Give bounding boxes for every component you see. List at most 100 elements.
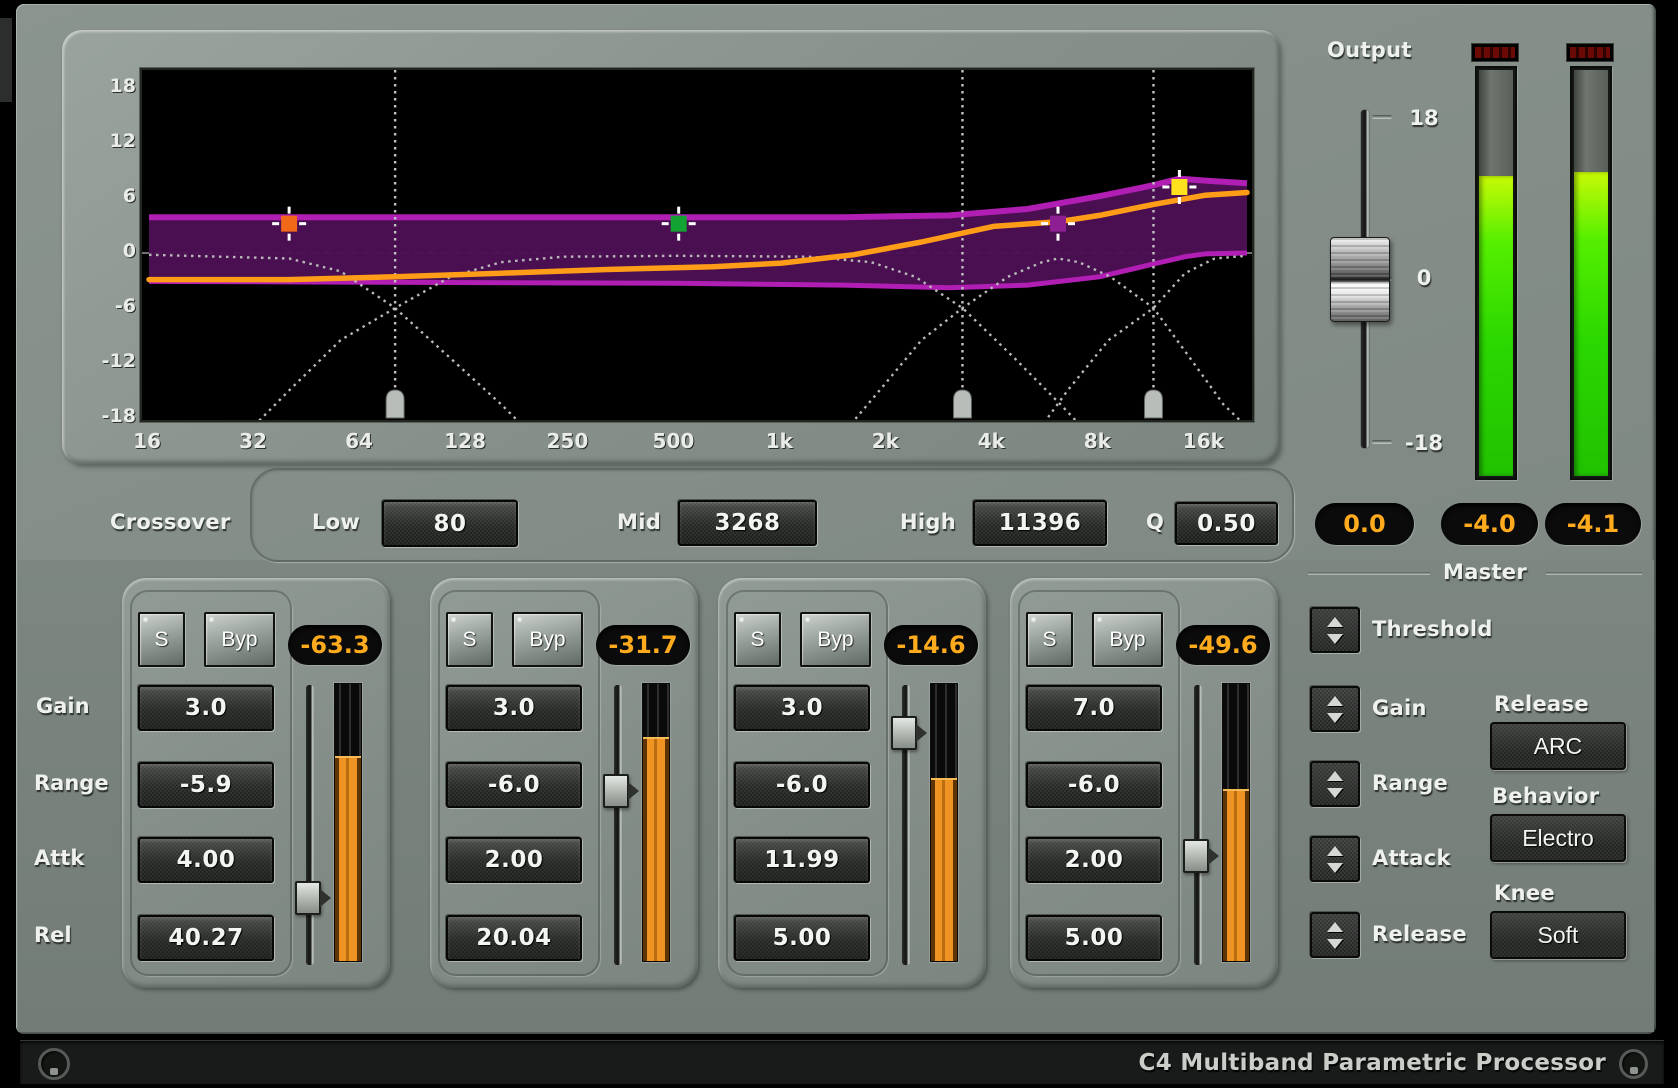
band2-eq-marker (671, 216, 687, 232)
band2-bypass-button[interactable]: Byp (512, 612, 583, 667)
frequency-axis: 1632641282505001k2k4k8k16k (140, 429, 1254, 456)
band3-threshold-fader-handle[interactable] (891, 716, 917, 750)
crossover-handle (1144, 390, 1162, 418)
band-strip-3: S Byp -14.6 3.0 -6.0 11.99 5.00 (718, 578, 986, 988)
master-release-label: Release (1372, 922, 1467, 946)
band3-range-value[interactable]: -6.0 (734, 762, 870, 808)
band3-release-value[interactable]: 5.00 (734, 915, 870, 961)
q-label: Q (1146, 510, 1164, 534)
release-mode-label: Release (1494, 692, 1589, 716)
freq-tick-label: 2k (872, 429, 899, 453)
master-gain-spinner[interactable] (1310, 686, 1360, 732)
output-scale-tick (1372, 115, 1392, 119)
band4-release-value[interactable]: 5.00 (1026, 915, 1162, 961)
master-threshold-label: Threshold (1372, 617, 1493, 641)
band3-level-meter (930, 683, 958, 962)
behavior-button[interactable]: Electro (1490, 814, 1626, 862)
band3-bypass-button[interactable]: Byp (800, 612, 871, 667)
freq-tick-label: 16 (133, 429, 161, 453)
crossover-low-label: Low (312, 510, 360, 534)
knee-button[interactable]: Soft (1490, 911, 1626, 959)
master-threshold-spinner[interactable] (1310, 607, 1360, 653)
window-edge-notch (0, 18, 12, 102)
clip-led-left (1471, 43, 1519, 62)
output-meter-right (1570, 66, 1612, 480)
output-scale-tick (1372, 440, 1392, 444)
band4-gain-value[interactable]: 7.0 (1026, 685, 1162, 731)
band1-threshold-readout[interactable]: -63.3 (288, 625, 382, 665)
meter-peak-readout-right[interactable]: -4.1 (1545, 503, 1641, 545)
band4-level-meter (1222, 683, 1250, 962)
band2-range-value[interactable]: -6.0 (446, 762, 582, 808)
band1-attack-value[interactable]: 4.00 (138, 837, 274, 883)
band1-threshold-fader-track[interactable] (306, 685, 314, 965)
band2-gain-value[interactable]: 3.0 (446, 685, 582, 731)
freq-tick-label: 64 (345, 429, 373, 453)
freq-tick-label: 4k (978, 429, 1005, 453)
band2-threshold-fader-track[interactable] (614, 685, 622, 965)
master-release-spinner[interactable] (1310, 912, 1360, 958)
band4-attack-value[interactable]: 2.00 (1026, 837, 1162, 883)
db-tick-label: -12 (102, 350, 136, 372)
db-tick-label: 18 (110, 75, 136, 97)
crossover-section-label: Crossover (110, 510, 231, 534)
band3-threshold-fader-track[interactable] (902, 685, 910, 965)
band1-solo-button[interactable]: S (138, 612, 185, 667)
meter-peak-readout-left[interactable]: -4.0 (1441, 503, 1538, 545)
freq-tick-label: 500 (652, 429, 694, 453)
clip-led-right (1566, 43, 1614, 62)
band4-range-value[interactable]: -6.0 (1026, 762, 1162, 808)
row-label-gain: Gain (36, 694, 90, 718)
band1-range-value[interactable]: -5.9 (138, 762, 274, 808)
crossover-mid-value[interactable]: 3268 (678, 500, 817, 546)
band3-solo-button[interactable]: S (734, 612, 781, 667)
master-attack-label: Attack (1372, 846, 1451, 870)
output-scale-label: 18 (1400, 106, 1448, 130)
freq-tick-label: 32 (239, 429, 267, 453)
band4-bypass-button[interactable]: Byp (1092, 612, 1163, 667)
row-label-release: Rel (34, 923, 72, 947)
band1-gain-value[interactable]: 3.0 (138, 685, 274, 731)
crossover-handle (953, 390, 971, 418)
crossover-handle (386, 390, 404, 418)
wavesystem-logo-icon[interactable] (38, 1048, 70, 1080)
band2-solo-button[interactable]: S (446, 612, 493, 667)
db-axis: 181260-6-12-18 (88, 68, 136, 422)
db-tick-label: 12 (110, 130, 136, 152)
band1-release-value[interactable]: 40.27 (138, 915, 274, 961)
band3-gain-value[interactable]: 3.0 (734, 685, 870, 731)
master-attack-spinner[interactable] (1310, 836, 1360, 882)
crossover-high-value[interactable]: 11396 (973, 500, 1107, 546)
band1-bypass-button[interactable]: Byp (204, 612, 275, 667)
band1-threshold-fader-handle[interactable] (295, 881, 321, 915)
band2-threshold-readout[interactable]: -31.7 (596, 625, 690, 665)
band3-threshold-readout[interactable]: -14.6 (884, 625, 978, 665)
band2-attack-value[interactable]: 2.00 (446, 837, 582, 883)
band3-attack-value[interactable]: 11.99 (734, 837, 870, 883)
release-mode-button[interactable]: ARC (1490, 722, 1626, 770)
db-tick-label: 6 (123, 185, 136, 207)
crossover-high-label: High (900, 510, 956, 534)
output-scale-label: -18 (1400, 431, 1448, 455)
q-value[interactable]: 0.50 (1175, 502, 1278, 545)
row-label-attack: Attk (34, 846, 84, 870)
band4-solo-button[interactable]: S (1026, 612, 1073, 667)
master-range-spinner[interactable] (1310, 761, 1360, 807)
band4-threshold-fader-track[interactable] (1194, 685, 1202, 965)
output-gain-readout[interactable]: 0.0 (1315, 503, 1414, 545)
band2-threshold-fader-handle[interactable] (603, 774, 629, 808)
band4-threshold-readout[interactable]: -49.6 (1176, 625, 1270, 665)
master-range-label: Range (1372, 771, 1448, 795)
crossover-low-value[interactable]: 80 (382, 500, 518, 547)
band2-level-meter (642, 683, 670, 962)
crossover-mid-label: Mid (617, 510, 661, 534)
output-fader-knob[interactable] (1330, 237, 1390, 322)
plugin-title: C4 Multiband Parametric Processor (1139, 1050, 1606, 1076)
band4-threshold-fader-handle[interactable] (1183, 839, 1209, 873)
band2-release-value[interactable]: 20.04 (446, 915, 582, 961)
master-divider-line (1546, 572, 1642, 575)
master-section-title: Master (1443, 560, 1527, 584)
master-divider-line (1308, 572, 1430, 575)
freq-tick-label: 1k (766, 429, 793, 453)
band1-level-meter (334, 683, 362, 962)
